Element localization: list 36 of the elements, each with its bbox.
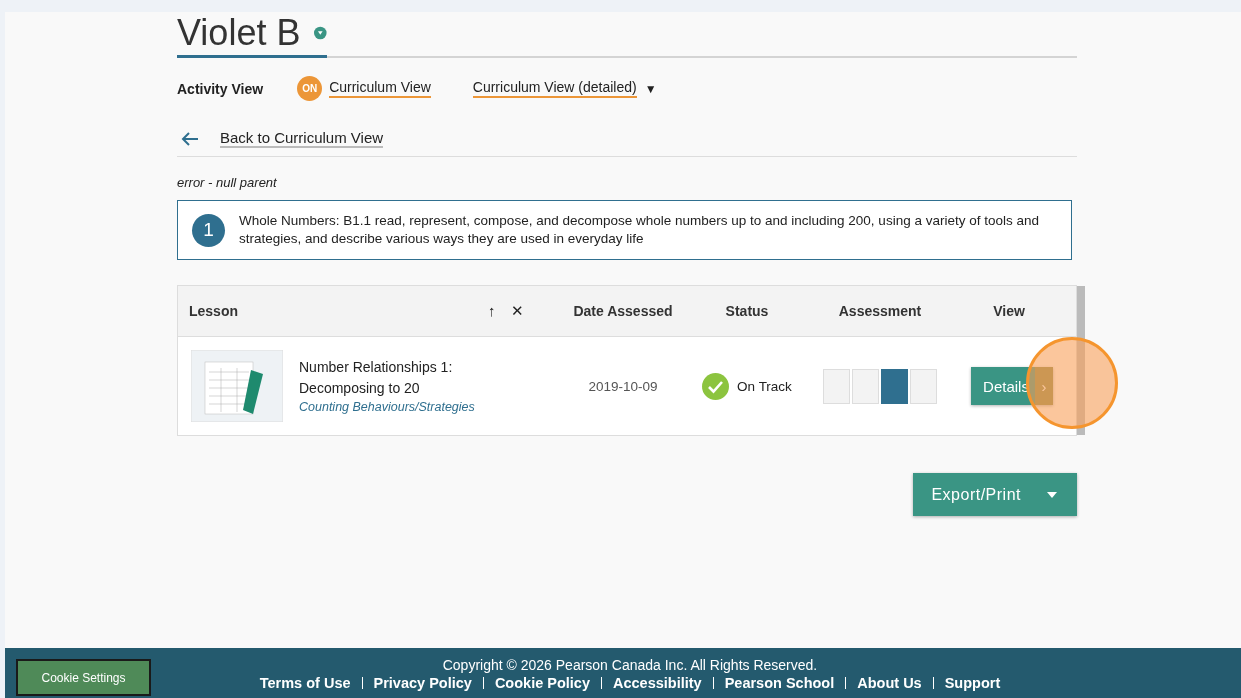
clear-sort-icon[interactable]: ✕	[510, 302, 524, 320]
date-assessed: 2019-10-09	[587, 378, 659, 394]
lesson-title[interactable]: Number Relationships 1: Decomposing to 20	[299, 357, 488, 399]
column-header[interactable]: Date Assessed	[558, 303, 688, 319]
on-badge: ON	[297, 76, 323, 101]
outcome-text: Whole Numbers: B1.1 read, represent, compose, and decompose whole numbers up to and including 200, using a variety of tools and strategies, and describe various ways they are used in everyday life	[239, 212, 1040, 248]
scrollbar[interactable]	[1077, 286, 1085, 435]
cookie-settings-button[interactable]: Cookie Settings	[16, 659, 151, 696]
footer-link[interactable]: Cookie Policy	[494, 674, 590, 692]
column-header[interactable]: Lesson	[178, 303, 488, 319]
footer-link[interactable]: Support	[944, 674, 1001, 692]
column-header[interactable]: Status	[688, 303, 806, 319]
activity-view-label[interactable]: Activity View	[177, 80, 264, 97]
footer-link[interactable]: About Us	[857, 674, 922, 692]
footer-link[interactable]: Terms of Use	[259, 674, 351, 692]
lesson-strand: Counting Behaviours/Strategies	[299, 399, 476, 415]
back-arrow-icon[interactable]	[181, 131, 199, 146]
outcome-number: 1	[192, 213, 225, 247]
back-link[interactable]: Back to Curriculum View	[220, 129, 384, 148]
column-header[interactable]: Assessment	[806, 303, 954, 319]
view-dropdown[interactable]: Curriculum View (detailed)	[472, 79, 637, 98]
footer-link[interactable]: Accessibility	[612, 674, 702, 692]
dropdown-caret[interactable]: ▼	[644, 81, 657, 96]
error-message: error - null parent	[177, 175, 278, 190]
export-print-button[interactable]: Export/Print	[913, 473, 1077, 516]
status-text: On Track	[737, 378, 792, 394]
check-circle-icon	[702, 372, 730, 400]
student-name: Violet B	[177, 13, 301, 53]
curriculum-view-link[interactable]: Curriculum View	[329, 79, 431, 98]
footer-link[interactable]: Pearson School	[724, 674, 835, 692]
copyright-text: Copyright © 2026 Pearson Canada Inc. All Rights Reserved.	[442, 656, 818, 674]
column-header[interactable]: View	[954, 303, 1064, 319]
footer-link[interactable]: Privacy Policy	[373, 674, 472, 692]
details-button[interactable]: Details ›	[971, 367, 1053, 405]
sort-up-icon[interactable]: ↑	[488, 302, 496, 320]
caret-down-icon[interactable]	[1047, 491, 1057, 498]
